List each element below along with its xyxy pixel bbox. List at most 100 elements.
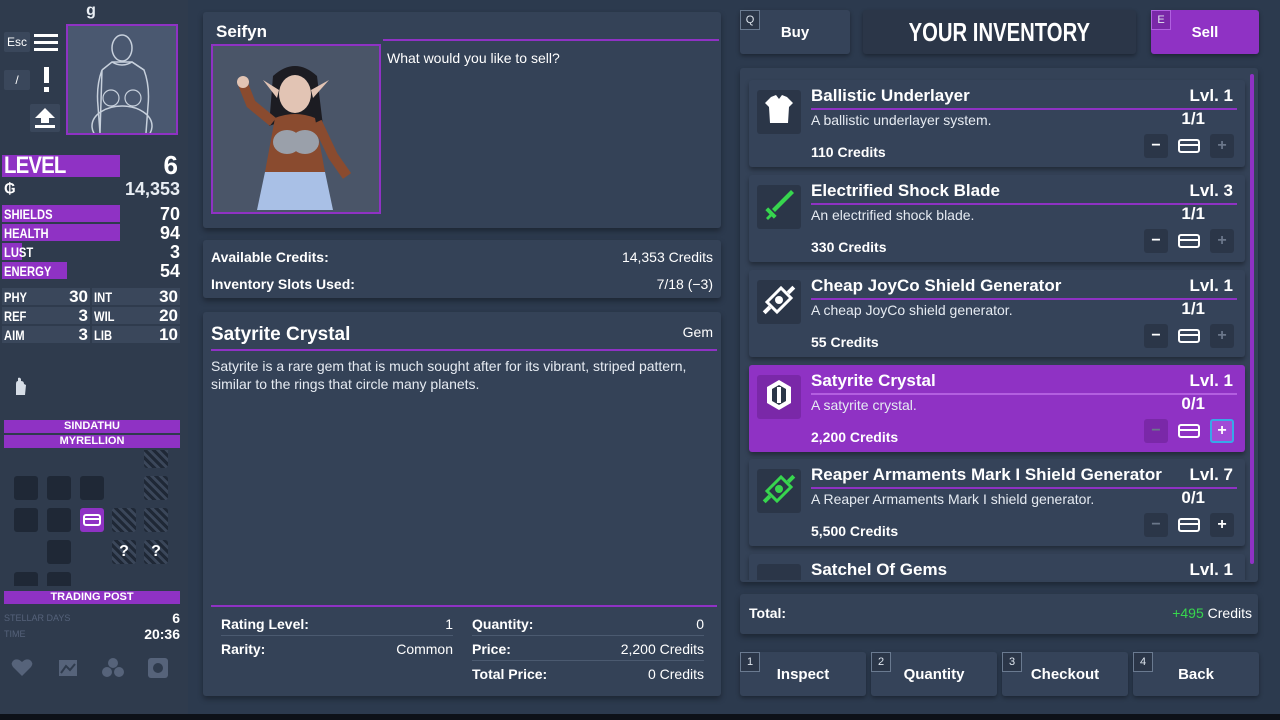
shield-generator-icon <box>761 471 797 512</box>
quantity-label: Quantity: <box>472 616 534 632</box>
inventory-item[interactable]: Electrified Shock Blade Lvl. 3 An electrif… <box>749 175 1245 262</box>
unknown-room-icon: ? <box>144 540 168 564</box>
armor-icon <box>762 93 796 132</box>
player-sidebar: g Esc / LEVEL 6 ₲ 14,353 SHIELDS 70 HEALTH… <box>0 0 188 716</box>
level-up-button[interactable] <box>30 104 60 132</box>
heart-icon <box>11 659 33 676</box>
current-room-marker <box>80 508 104 532</box>
stat-label: ENERGY <box>4 263 52 279</box>
total-price-value: 0 Credits <box>647 666 704 682</box>
decrease-button[interactable]: − <box>1144 513 1168 537</box>
vendor-name: Seifyn <box>216 22 268 41</box>
hand-icon <box>16 377 26 395</box>
attribute-value: 10 <box>159 325 178 344</box>
increase-button[interactable]: + <box>1210 229 1234 253</box>
rarity-label: Rarity: <box>221 641 266 657</box>
sell-hotkey: E <box>1151 10 1171 30</box>
item-divider <box>811 298 1237 300</box>
vendor-prompt: What would you like to sell? <box>387 50 560 66</box>
level-label: LEVEL <box>4 152 66 179</box>
sell-all-button[interactable] <box>1177 513 1201 537</box>
quantity-value: 0 <box>696 616 704 632</box>
mail-button[interactable] <box>101 656 125 680</box>
exclamation-icon <box>44 67 49 92</box>
menu-button[interactable] <box>32 28 60 56</box>
decrease-button[interactable]: − <box>1144 229 1168 253</box>
codex-button[interactable] <box>10 656 34 680</box>
item-level: Lvl. 7 <box>1189 465 1233 484</box>
attribute-aim: AIM 3 <box>2 325 90 344</box>
credits-icon: ₲ <box>4 180 16 197</box>
sell-all-button[interactable] <box>1177 419 1201 443</box>
increase-button[interactable]: + <box>1210 419 1234 443</box>
sell-all-button[interactable] <box>1177 229 1201 253</box>
system-name: SINDATHU <box>4 420 180 433</box>
sword-icon <box>761 187 797 228</box>
item-description: A ballistic underlayer system. <box>811 112 992 128</box>
decrease-button[interactable]: − <box>1144 134 1168 158</box>
gem-pouch-icon <box>762 567 796 581</box>
item-divider <box>811 393 1237 395</box>
item-title: Satyrite Crystal <box>211 324 351 345</box>
map-button[interactable] <box>56 656 80 680</box>
minimap[interactable]: ? ? <box>4 450 180 586</box>
total-price-label: Total Price: <box>472 666 548 682</box>
map-icon <box>59 660 77 676</box>
time-label: TIME <box>4 629 26 639</box>
item-divider <box>811 487 1237 489</box>
stat-label: SHIELDS <box>4 206 53 222</box>
decrease-button[interactable]: − <box>1144 419 1168 443</box>
available-credits-value: 14,353 Credits <box>621 249 713 265</box>
inventory-item[interactable]: Satchel Of Gems Lvl. 1 <box>749 554 1245 580</box>
scrollbar[interactable] <box>1250 74 1254 564</box>
item-divider <box>811 108 1237 110</box>
decrease-button[interactable]: − <box>1144 324 1168 348</box>
item-name: Cheap JoyCo Shield Generator <box>811 276 1062 295</box>
inventory-title-text: YOUR INVENTORY <box>908 16 1091 47</box>
sell-all-button[interactable] <box>1177 134 1201 158</box>
price-label: Price: <box>472 641 511 657</box>
inventory-item[interactable]: Reaper Armaments Mark I Shield Generator… <box>749 459 1245 546</box>
inventory-item[interactable]: Ballistic Underlayer Lvl. 1 A ballistic un… <box>749 80 1245 167</box>
attribute-phy: PHY 30 <box>2 287 90 306</box>
inventory-item[interactable]: Satyrite Crystal Lvl. 1 A satyrite crystal… <box>749 365 1245 452</box>
action-hotkey: 2 <box>871 652 891 672</box>
action-label: Quantity <box>903 665 965 683</box>
item-level: Lvl. 1 <box>1189 276 1233 295</box>
item-divider <box>811 203 1237 205</box>
stat-shields: SHIELDS 70 <box>2 204 180 224</box>
attribute-label: AIM <box>4 327 25 343</box>
shield-generator-icon <box>761 282 797 323</box>
item-name: Satyrite Crystal <box>811 371 936 390</box>
stat-health: HEALTH 94 <box>2 223 180 243</box>
action-hotkey: 4 <box>1133 652 1153 672</box>
sell-all-button[interactable] <box>1177 324 1201 348</box>
sell-tab-label: Sell <box>1191 23 1219 41</box>
increase-button[interactable]: + <box>1210 513 1234 537</box>
item-name: Ballistic Underlayer <box>811 86 970 105</box>
player-credits: 14,353 <box>124 179 180 199</box>
attribute-value: 20 <box>159 306 178 325</box>
attribute-int: INT 30 <box>92 287 180 306</box>
player-portrait[interactable] <box>66 24 178 147</box>
item-icon-box <box>757 90 801 134</box>
attribute-value: 30 <box>159 287 178 306</box>
total-amount: +495 Credits <box>1172 605 1252 621</box>
time-value: 20:36 <box>144 626 180 642</box>
item-description: A cheap JoyCo shield generator. <box>811 302 1013 318</box>
item-description: A Reaper Armaments Mark I shield generat… <box>811 491 1095 507</box>
account-panel: Available Credits: 14,353 Credits Invent… <box>203 240 721 298</box>
inventory-item[interactable]: Cheap JoyCo Shield Generator Lvl. 1 A chea… <box>749 270 1245 357</box>
increase-button[interactable]: + <box>1210 134 1234 158</box>
item-description: An electrified shock blade. <box>811 207 975 223</box>
increase-button[interactable]: + <box>1210 324 1234 348</box>
item-icon-box <box>757 185 801 229</box>
alert-button[interactable] <box>32 66 60 94</box>
gem-icon <box>762 378 796 417</box>
cluster-icon <box>102 658 124 677</box>
perk-button[interactable] <box>8 374 32 398</box>
item-quantity: 1/1 <box>1181 299 1205 318</box>
options-button[interactable] <box>146 656 170 680</box>
escape-key-label: Esc <box>4 32 30 52</box>
attribute-value: 3 <box>78 325 88 344</box>
